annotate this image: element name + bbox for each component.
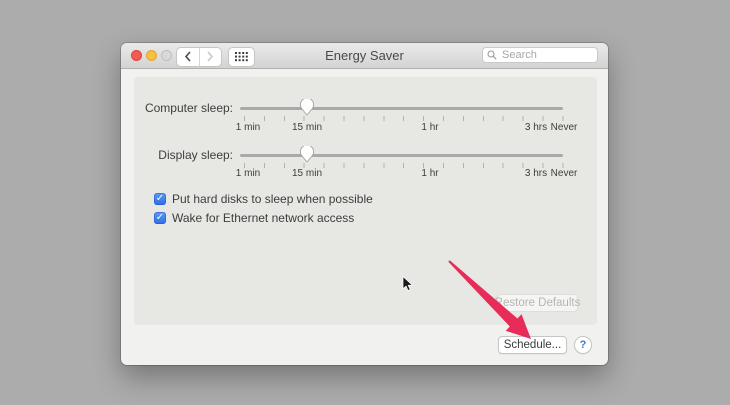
wake-ethernet-row: ✓ Wake for Ethernet network access <box>154 211 354 225</box>
search-input[interactable] <box>500 48 593 62</box>
tick-label: 1 hr <box>421 122 439 133</box>
tick-label: 1 min <box>235 168 261 179</box>
tick-label: 15 min <box>291 122 323 133</box>
restore-defaults-button[interactable]: Restore Defaults <box>495 294 580 312</box>
grid-icon <box>235 51 248 61</box>
search-field[interactable] <box>482 47 598 63</box>
display-sleep-slider-thumb[interactable] <box>299 144 315 163</box>
schedule-button[interactable]: Schedule... <box>498 336 567 354</box>
tick-label: 1 min <box>235 122 261 133</box>
close-button[interactable] <box>131 50 142 61</box>
zoom-button-disabled <box>161 50 172 61</box>
energy-saver-window: Energy Saver Computer sleep: 1 min 15 <box>121 43 608 365</box>
tick-label: 1 hr <box>421 168 439 179</box>
desktop-background: Energy Saver Computer sleep: 1 min 15 <box>0 0 730 405</box>
nav-button-group <box>176 46 222 67</box>
back-button[interactable] <box>177 47 200 66</box>
content-panel: Computer sleep: 1 min 15 min 1 hr 3 hrs … <box>134 77 597 325</box>
display-sleep-slider-track[interactable] <box>240 154 563 157</box>
title-bar: Energy Saver <box>121 43 608 69</box>
forward-button[interactable] <box>200 48 222 66</box>
computer-sleep-tick-marks <box>244 116 566 121</box>
wake-ethernet-checkbox[interactable]: ✓ <box>154 212 166 224</box>
help-button[interactable]: ? <box>574 336 592 354</box>
computer-sleep-slider-thumb[interactable] <box>299 97 315 116</box>
tick-label: Never <box>550 168 578 179</box>
computer-sleep-slider-track[interactable] <box>240 107 563 110</box>
chevron-left-icon <box>184 51 191 62</box>
computer-sleep-label: Computer sleep: <box>144 101 233 115</box>
search-icon <box>487 50 497 60</box>
hard-disk-sleep-label: Put hard disks to sleep when possible <box>172 192 373 206</box>
display-sleep-label: Display sleep: <box>158 148 233 162</box>
tick-label: Never <box>550 122 578 133</box>
tick-label: 15 min <box>291 168 323 179</box>
tick-label: 3 hrs <box>524 168 548 179</box>
wake-ethernet-label: Wake for Ethernet network access <box>172 211 355 225</box>
hard-disk-sleep-checkbox[interactable]: ✓ <box>154 193 166 205</box>
show-all-button[interactable] <box>228 46 255 67</box>
minimize-button[interactable] <box>146 50 157 61</box>
chevron-right-icon <box>207 51 214 62</box>
tick-label: 3 hrs <box>524 122 548 133</box>
hard-disk-sleep-row: ✓ Put hard disks to sleep when possible <box>154 192 373 206</box>
